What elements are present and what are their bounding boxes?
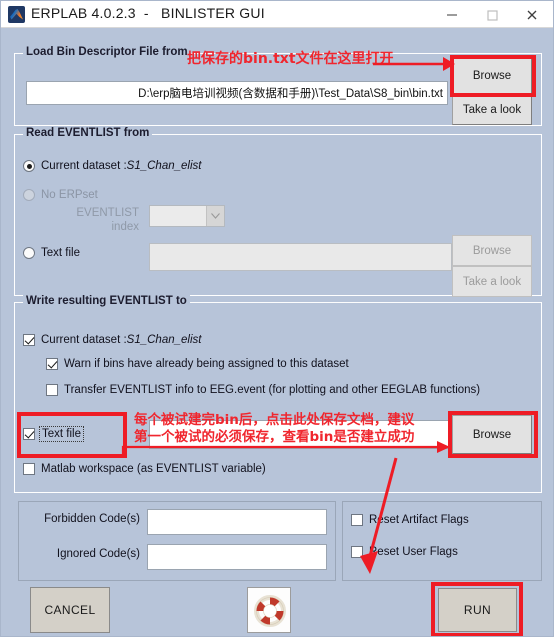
forbidden-codes-input[interactable] — [147, 509, 327, 535]
checkbox-icon — [351, 514, 363, 526]
ignored-codes-label: Ignored Code(s) — [56, 548, 140, 560]
reset-artifact-flags-label: Reset Artifact Flags — [369, 514, 469, 526]
run-button[interactable]: RUN — [438, 588, 517, 632]
write-browse-button[interactable]: Browse — [452, 415, 532, 454]
write-text-file-input[interactable] — [149, 420, 452, 449]
minimize-icon — [447, 13, 457, 16]
read-no-erpset-radio[interactable]: No ERPset — [23, 189, 98, 201]
read-take-a-look-button[interactable]: Take a look — [452, 266, 532, 297]
write-warn-bins-label: Warn if bins have already being assigned… — [64, 358, 349, 370]
write-current-dataset-value: S1_Chan_elist — [126, 334, 202, 346]
checkbox-icon — [23, 428, 35, 440]
checkbox-icon — [351, 546, 363, 558]
chevron-down-icon — [206, 206, 224, 226]
write-current-dataset-label: Current dataset : — [41, 334, 127, 346]
eventlist-index-dropdown[interactable] — [149, 205, 225, 227]
checkbox-icon — [46, 358, 58, 370]
load-take-a-look-button[interactable]: Take a look — [452, 95, 532, 125]
read-current-dataset-label: Current dataset : — [41, 160, 127, 172]
window-title: ERPLAB 4.0.2.3 - BINLISTER GUI — [31, 5, 265, 21]
write-transfer-eventlist-label: Transfer EVENTLIST info to EEG.event (fo… — [64, 384, 481, 396]
radio-dot-icon — [23, 189, 35, 201]
panel-write-title: Write resulting EVENTLIST to — [23, 295, 190, 307]
eventlist-index-label-line2: index — [111, 221, 140, 233]
maximize-button[interactable] — [473, 1, 511, 28]
bin-descriptor-path-value: D:\erp脑电培训视频(含数据和手册)\Test_Data\S8_bin\bi… — [138, 88, 443, 100]
radio-dot-icon — [23, 160, 35, 172]
checkbox-icon — [23, 334, 35, 346]
bin-descriptor-path-input[interactable]: D:\erp脑电培训视频(含数据和手册)\Test_Data\S8_bin\bi… — [26, 81, 448, 105]
panel-flags — [342, 501, 542, 581]
read-current-dataset-value: S1_Chan_elist — [126, 160, 202, 172]
read-browse-button[interactable]: Browse — [452, 235, 532, 266]
panel-read-title: Read EVENTLIST from — [23, 127, 153, 139]
cancel-button[interactable]: CANCEL — [30, 587, 110, 633]
write-text-file-checkbox[interactable]: Text file — [23, 426, 84, 442]
close-icon — [527, 10, 537, 19]
write-text-file-label: Text file — [39, 426, 84, 442]
write-transfer-eventlist-checkbox[interactable]: Transfer EVENTLIST info to EEG.event (fo… — [46, 384, 480, 396]
eventlist-index-label-line1: EVENTLIST — [76, 207, 139, 219]
load-browse-button[interactable]: Browse — [452, 57, 532, 95]
write-warn-bins-checkbox[interactable]: Warn if bins have already being assigned… — [46, 358, 349, 370]
maximize-icon — [487, 9, 498, 21]
read-text-file-input[interactable] — [149, 243, 452, 271]
title-bar: ERPLAB 4.0.2.3 - BINLISTER GUI — [1, 1, 553, 28]
read-current-dataset-radio[interactable]: Current dataset : S1_Chan_elist — [23, 160, 201, 172]
matlab-logo-icon — [8, 6, 25, 23]
checkbox-icon — [46, 384, 58, 396]
read-no-erpset-label: No ERPset — [41, 189, 98, 201]
reset-user-flags-label: Reset User Flags — [369, 546, 458, 558]
write-matlab-workspace-checkbox[interactable]: Matlab workspace (as EVENTLIST variable) — [23, 463, 266, 475]
write-current-dataset-checkbox[interactable]: Current dataset : S1_Chan_elist — [23, 334, 201, 346]
checkbox-icon — [23, 463, 35, 475]
read-text-file-label: Text file — [41, 247, 80, 259]
read-text-file-radio[interactable]: Text file — [23, 247, 80, 259]
panel-load-title: Load Bin Descriptor File from — [23, 46, 191, 58]
forbidden-codes-label: Forbidden Code(s) — [44, 513, 140, 525]
write-matlab-workspace-label: Matlab workspace (as EVENTLIST variable) — [41, 463, 266, 475]
close-button[interactable] — [513, 1, 551, 28]
binlister-gui-window: ERPLAB 4.0.2.3 - BINLISTER GUI Load Bin … — [0, 0, 554, 637]
ignored-codes-input[interactable] — [147, 544, 327, 570]
reset-user-flags-checkbox[interactable]: Reset User Flags — [351, 546, 458, 558]
minimize-button[interactable] — [433, 1, 471, 28]
life-preserver-icon[interactable] — [247, 587, 291, 633]
reset-artifact-flags-checkbox[interactable]: Reset Artifact Flags — [351, 514, 469, 526]
radio-dot-icon — [23, 247, 35, 259]
